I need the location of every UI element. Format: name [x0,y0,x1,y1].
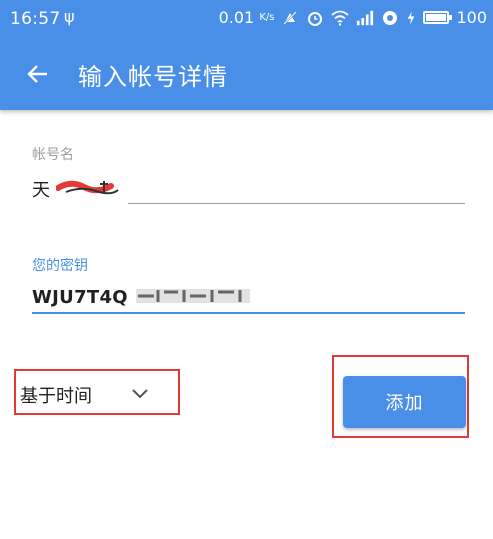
page-title: 输入帐号详情 [78,63,228,91]
account-name-label: 帐号名 [32,147,74,163]
add-button[interactable]: 添加 [343,376,466,428]
app-notification-icon [383,10,398,25]
network-speed: 0.01 K/s [219,8,275,27]
network-speed-value: 0.01 [218,8,255,27]
add-button-label: 添加 [385,393,424,414]
arrow-left-icon [27,65,47,83]
account-name-input[interactable]: 天 [32,176,126,202]
alarm-icon [308,11,323,26]
signal-icon [357,10,374,25]
chevron-down-icon [132,389,148,399]
secret-key-label: 您的密钥 [32,258,88,274]
redaction-scribble [54,180,119,195]
status-icons: 0.01 K/s 100 [219,8,487,27]
status-time: 16:57 [10,9,61,29]
status-bar: 16:57 ψ 0.01 K/s 100 [0,0,493,38]
back-button[interactable] [20,56,56,92]
battery-level: 100 [456,8,487,27]
otp-type-dropdown[interactable]: 基于时间 [14,369,180,415]
usb-icon: ψ [64,7,75,26]
secret-key-underline [32,312,465,314]
mute-icon [283,10,298,25]
secret-key-value: WJU7T4Q [32,287,128,308]
otp-type-value: 基于时间 [20,386,92,407]
secret-key-input[interactable]: WJU7T4Q [32,286,254,308]
app-bar: 输入帐号详情 [0,38,493,110]
network-speed-unit: K/s [259,12,275,23]
account-name-value: 天 [32,180,50,201]
account-name-underline [128,203,465,204]
battery-icon [423,11,453,24]
wifi-icon [331,10,350,26]
redaction-blur [136,289,251,303]
top-header: 16:57 ψ 0.01 K/s 100 输入帐号详情 [0,0,493,110]
charging-icon [408,10,415,25]
